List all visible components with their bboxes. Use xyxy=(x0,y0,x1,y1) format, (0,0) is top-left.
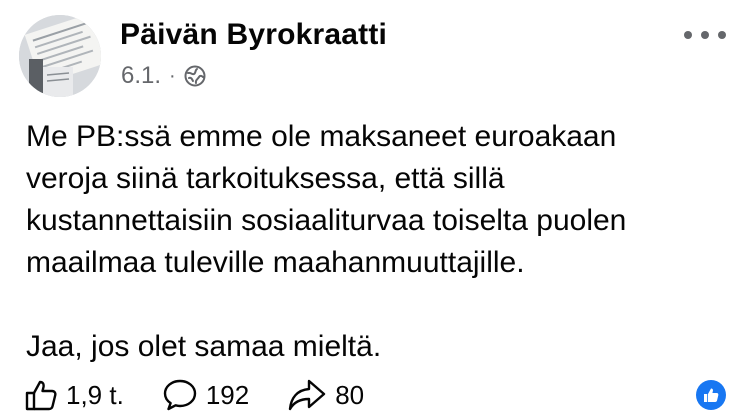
more-dot xyxy=(684,31,692,39)
post-line: kustannettaisiin sosiaaliturvaa toiselta… xyxy=(26,204,627,237)
post-line: Jaa, jos olet samaa mieltä. xyxy=(26,330,382,363)
post-body: Me PB:ssä emme ole maksaneet euroakaan v… xyxy=(26,116,736,368)
avatar[interactable] xyxy=(19,15,101,97)
share-button[interactable]: 80 xyxy=(287,378,364,412)
post-paragraph: Me PB:ssä emme ole maksaneet euroakaan v… xyxy=(26,116,736,284)
post-line: Me PB:ssä emme ole maksaneet euroakaan xyxy=(26,120,617,153)
post-date[interactable]: 6.1. xyxy=(121,62,161,90)
facebook-post: Päivän Byrokraatti 6.1. · Me PB:ssä emme… xyxy=(0,0,750,418)
comment-button[interactable]: 192 xyxy=(162,378,249,412)
meta-separator: · xyxy=(169,64,176,87)
globe-icon[interactable] xyxy=(184,65,206,87)
more-dot xyxy=(701,31,709,39)
comment-count: 192 xyxy=(205,379,250,410)
post-line: veroja siinä tarkoituksessa, että sillä xyxy=(26,162,505,195)
thumbs-up-icon xyxy=(25,380,57,411)
more-options-icon[interactable] xyxy=(684,24,726,46)
comment-icon xyxy=(163,379,197,411)
share-icon xyxy=(289,379,326,411)
action-bar: 1,9 t. 192 80 xyxy=(24,372,402,418)
post-line: maailmaa tuleville maahanmuuttajille. xyxy=(26,246,525,279)
post-meta: 6.1. · xyxy=(121,62,206,90)
like-button[interactable]: 1,9 t. xyxy=(24,378,124,412)
like-reaction-icon[interactable] xyxy=(696,380,726,410)
author-name[interactable]: Päivän Byrokraatti xyxy=(120,18,387,52)
share-count: 80 xyxy=(335,379,365,410)
post-paragraph: Jaa, jos olet samaa mieltä. xyxy=(26,326,736,368)
like-count: 1,9 t. xyxy=(66,379,124,410)
more-dot xyxy=(718,31,726,39)
